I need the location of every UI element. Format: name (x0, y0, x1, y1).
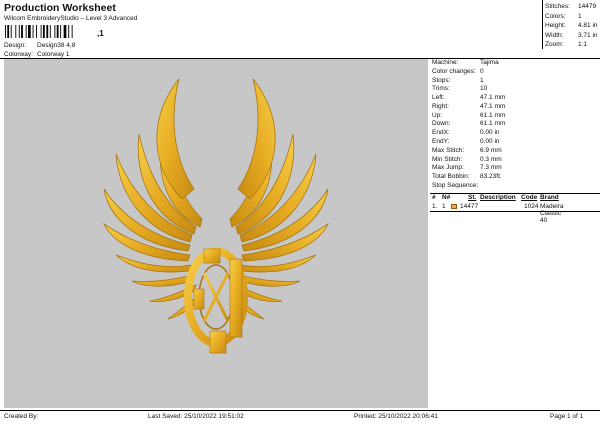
stat-row: Width: 3.71 in (545, 31, 598, 41)
footer-divider (0, 410, 600, 411)
stat-label: Height: (545, 22, 566, 29)
info-value: 0 (480, 67, 484, 75)
colorway-row: Colorway: Colorway 1 (4, 51, 70, 58)
thread-color-swatch (451, 204, 457, 209)
page-title: Production Worksheet (4, 2, 116, 14)
stat-value: 14479 (578, 3, 597, 10)
stats-panel: Stitches: 14479 Colors: 1 Height: 4.81 in W… (545, 2, 598, 50)
stat-value: 3.71 in (578, 31, 598, 39)
col-header-stitches: St. (468, 194, 477, 201)
info-row: Left: 47.1 mm (432, 94, 505, 103)
info-label: Max Jump: (432, 164, 464, 172)
col-header-brand: Brand (540, 194, 559, 201)
info-row: Max Stitch: 6.9 mm (432, 147, 505, 156)
info-label: Left: (432, 94, 445, 102)
info-value: 6.9 mm (480, 146, 502, 154)
info-label: Stops: (432, 76, 451, 84)
info-value: Tajima (480, 59, 499, 66)
stat-row: Zoom: 1:1 (545, 40, 598, 50)
row-n: 1 (442, 203, 446, 210)
info-value: 47.1 mm (480, 94, 506, 102)
last-saved: Last Saved: 25/10/2022 19:51:02 (148, 413, 244, 420)
info-label: Max Stitch: (432, 146, 465, 154)
info-value: 10 (480, 85, 488, 93)
col-header-num: # (432, 194, 436, 201)
info-label: EndY: (432, 138, 450, 146)
created-by: Created By: (4, 413, 39, 420)
col-header-code: Code (521, 194, 538, 201)
software-subtitle: Wilcom EmbroideryStudio – Level 3 Advanc… (4, 15, 138, 22)
info-label: Color changes: (432, 67, 476, 75)
info-label: Trims: (432, 85, 450, 93)
row-code: 1024 (524, 203, 539, 210)
stat-row: Height: 4.81 in (545, 21, 598, 31)
info-row: Stops: 1 (432, 77, 505, 86)
stat-row: Stitches: 14479 (545, 2, 598, 12)
info-label: Machine: (432, 59, 459, 66)
stats-divider (542, 0, 543, 49)
wheel-emblem (184, 247, 248, 354)
info-value: 61.1 mm (480, 111, 506, 119)
info-row: Up: 61.1 mm (432, 112, 505, 121)
info-row: Right: 47.1 mm (432, 103, 505, 112)
stop-row-divider (430, 211, 600, 212)
info-row: Color changes: 0 (432, 68, 505, 77)
stat-label: Zoom: (545, 41, 564, 48)
row-stitches: 14477 (460, 203, 479, 210)
info-row: Min Stitch: 0.3 mm (432, 156, 505, 165)
page-number: Page 1 of 1 (550, 413, 584, 420)
barcode-suffix: ,1 (97, 29, 104, 38)
info-label: Down: (432, 120, 451, 128)
embroidery-design (102, 78, 330, 354)
stat-label: Width: (545, 31, 564, 39)
stat-label: Stitches: (545, 3, 570, 10)
info-value: 61.1 mm (480, 120, 506, 128)
info-row: Trims: 10 (432, 85, 505, 94)
info-row: EndY: 0.00 in (432, 138, 505, 147)
stat-label: Colors: (545, 12, 566, 20)
info-row: EndX: 0.00 in (432, 129, 505, 138)
info-value: 83.23ft. (480, 173, 502, 181)
info-row: Machine: Tajima (432, 59, 505, 68)
design-value: Design38 4,8 (37, 42, 76, 49)
colorway-label: Colorway: (4, 51, 33, 58)
design-row: Design: Design38 4,8 (4, 42, 75, 49)
info-label: Total Bobbin: (432, 173, 470, 181)
info-value: 1 (480, 76, 484, 84)
info-value: 0.00 in (480, 129, 500, 137)
stat-value: 1:1 (578, 41, 588, 48)
info-label: Min Stitch: (432, 155, 463, 163)
info-value: 47.1 mm (480, 102, 506, 110)
row-brand: Madeira Classic 40 (540, 203, 564, 224)
info-row: Max Jump: 7.3 mm (432, 164, 505, 173)
info-row: Stop Sequence: (432, 182, 505, 191)
col-header-description: Description (480, 194, 516, 201)
info-row: Down: 61.1 mm (432, 120, 505, 129)
info-label: Up: (432, 111, 443, 119)
col-header-n: N# (442, 194, 451, 201)
machine-info-panel: Machine: Tajima Color changes: 0 Stops: 1 Trim… (432, 59, 505, 191)
colorway-value: Colorway 1 (37, 51, 70, 58)
stat-row: Colors: 1 (545, 12, 598, 22)
info-label: EndX: (432, 129, 450, 137)
printed-date: Printed: 25/10/2022 20:06:41 (354, 413, 438, 420)
info-value: 0.00 in (480, 138, 500, 146)
row-num: 1. (432, 203, 438, 210)
info-value: 0.3 mm (480, 155, 502, 163)
design-label: Design: (4, 42, 27, 49)
stat-value: 4.81 in (578, 22, 598, 29)
barcode (5, 25, 73, 38)
design-preview (4, 59, 428, 408)
info-value: 7.3 mm (480, 164, 502, 172)
info-row: Total Bobbin: 83.23ft. (432, 173, 505, 182)
info-label: Right: (432, 102, 449, 110)
stat-value: 1 (578, 12, 582, 20)
info-label: Stop Sequence: (432, 181, 479, 189)
